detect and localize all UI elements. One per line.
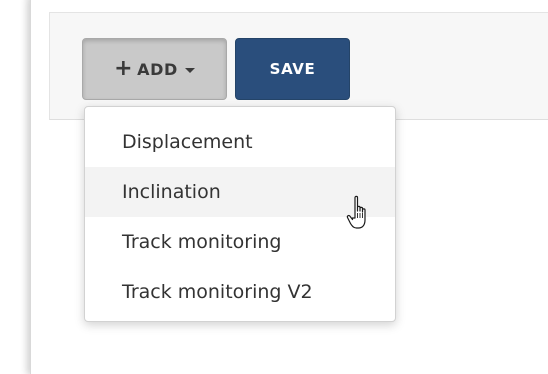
caret-down-icon	[184, 67, 195, 73]
add-dropdown-button[interactable]: + ADD	[82, 38, 227, 100]
save-button[interactable]: SAVE	[235, 38, 350, 100]
hand-pointer-icon	[346, 195, 366, 229]
menu-item-displacement[interactable]: Displacement	[85, 117, 395, 167]
menu-item-track-monitoring-v2[interactable]: Track monitoring V2	[85, 267, 395, 317]
save-button-label: SAVE	[269, 60, 316, 78]
add-button-label: ADD	[137, 59, 178, 79]
plus-icon: +	[114, 56, 134, 81]
